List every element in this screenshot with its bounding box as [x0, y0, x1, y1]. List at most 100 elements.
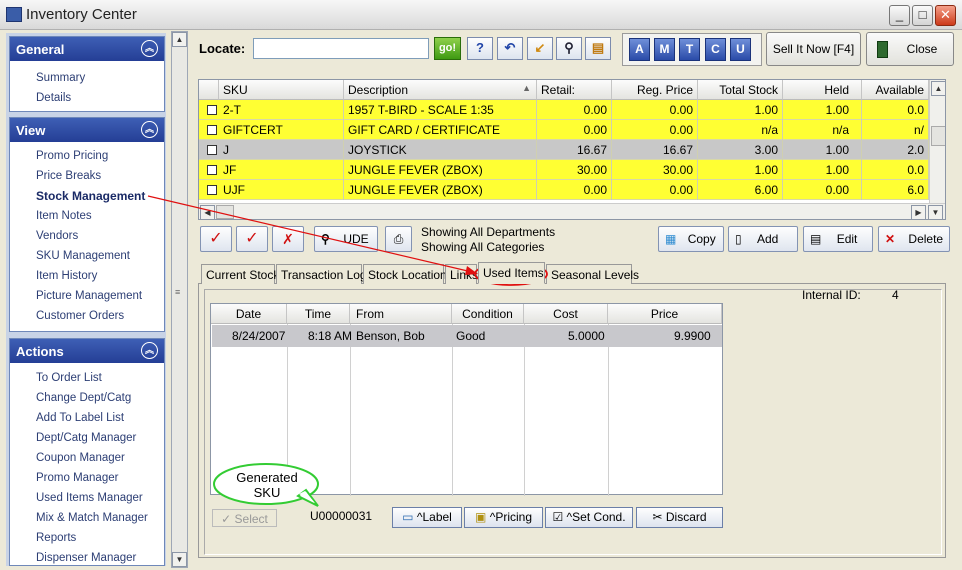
table-row[interactable]: JF JUNGLE FEVER (ZBOX) 30.00 30.00 1.00 1.00 0…: [199, 160, 929, 180]
filter-m-button[interactable]: M: [654, 38, 675, 61]
column-header-time[interactable]: Time: [287, 304, 350, 324]
collapse-icon[interactable]: ︽: [141, 121, 158, 138]
sidebar-item-item-history[interactable]: Item History: [36, 270, 97, 282]
tab-current-stock[interactable]: Current Stock: [201, 264, 279, 284]
row-checkbox[interactable]: [207, 125, 217, 135]
scroll-down-icon[interactable]: ▼: [928, 205, 943, 219]
column-header-sku[interactable]: SKU: [219, 80, 344, 100]
sidebar-item-mix-match-manager[interactable]: Mix & Match Manager: [36, 512, 148, 524]
column-header-from[interactable]: From: [350, 304, 452, 324]
scroll-left-icon[interactable]: ◀: [200, 205, 215, 219]
sidebar-item-add-to-label-list[interactable]: Add To Label List: [36, 412, 124, 424]
sidebar-item-customer-orders[interactable]: Customer Orders: [36, 310, 124, 322]
collapse-icon[interactable]: ︽: [141, 342, 158, 359]
print-icon[interactable]: ⎙: [385, 226, 412, 252]
grid-hscrollbar[interactable]: ◀ ▶ ▼: [199, 203, 945, 219]
find-document-icon[interactable]: ▤: [585, 37, 611, 60]
check-all-icon[interactable]: ✓: [236, 226, 268, 252]
sidebar-item-promo-manager[interactable]: Promo Manager: [36, 472, 118, 484]
tab-transaction-log[interactable]: Transaction Log: [276, 264, 367, 284]
table-row[interactable]: J JOYSTICK 16.67 16.67 3.00 1.00 2.0: [199, 140, 929, 160]
row-checkbox[interactable]: [207, 185, 217, 195]
maximize-button[interactable]: □: [912, 5, 933, 26]
filter-c-button[interactable]: C: [705, 38, 726, 61]
tab-links[interactable]: Links: [445, 264, 478, 284]
label-button[interactable]: ▭ ^Label: [392, 507, 462, 528]
column-header-reg-price[interactable]: Reg. Price: [612, 80, 698, 100]
close-window-button[interactable]: ✕: [935, 5, 956, 26]
discard-button[interactable]: ✂ Discard: [636, 507, 723, 528]
uncheck-icon[interactable]: ✗: [272, 226, 304, 252]
sidebar-item-reports[interactable]: Reports: [36, 532, 76, 544]
row-checkbox[interactable]: [207, 105, 217, 115]
view-header[interactable]: View ︽: [10, 118, 164, 142]
filter-t-button[interactable]: T: [679, 38, 700, 61]
sidebar-item-coupon-manager[interactable]: Coupon Manager: [36, 452, 125, 464]
column-header-date[interactable]: Date: [211, 304, 287, 324]
pricing-button[interactable]: ▣ ^Pricing: [464, 507, 543, 528]
add-button[interactable]: ▯ Add: [728, 226, 798, 252]
scroll-right-icon[interactable]: ▶: [911, 205, 926, 219]
sidebar-scrollbar[interactable]: ▲ ≡ ▼: [171, 31, 188, 568]
sidebar-item-item-notes[interactable]: Item Notes: [36, 210, 92, 222]
scroll-up-icon[interactable]: ▲: [931, 81, 945, 96]
check-icon[interactable]: ✓: [200, 226, 232, 252]
sell-it-now-button[interactable]: Sell It Now [F4]: [766, 32, 861, 66]
grid-vscrollbar[interactable]: ▲: [929, 80, 945, 204]
column-header-condition[interactable]: Condition: [452, 304, 524, 324]
table-row[interactable]: UJF JUNGLE FEVER (ZBOX) 0.00 0.00 6.00 0.00 6.…: [199, 180, 929, 200]
column-header-available[interactable]: Available: [862, 80, 929, 100]
sidebar-item-details[interactable]: Details: [36, 92, 71, 104]
edit-button[interactable]: ▤ Edit: [803, 226, 873, 252]
sidebar-item-dept-catg-manager[interactable]: Dept/Catg Manager: [36, 432, 136, 444]
column-header-price[interactable]: Price: [608, 304, 722, 324]
sidebar-item-picture-management[interactable]: Picture Management: [36, 290, 142, 302]
column-header-held[interactable]: Held: [783, 80, 862, 100]
table-row[interactable]: 8/24/2007 8:18 AM Benson, Bob Good 5.000…: [212, 325, 722, 347]
general-header[interactable]: General ︽: [10, 37, 164, 61]
sidebar-item-vendors[interactable]: Vendors: [36, 230, 78, 242]
sidebar-item-summary[interactable]: Summary: [36, 72, 85, 84]
undo-icon[interactable]: ↶: [497, 37, 523, 60]
filter-u-button[interactable]: U: [730, 38, 751, 61]
column-header-cost[interactable]: Cost: [524, 304, 608, 324]
sidebar-item-used-items-manager[interactable]: Used Items Manager: [36, 492, 143, 504]
sidebar-item-dispenser-manager[interactable]: Dispenser Manager: [36, 552, 136, 564]
locate-input[interactable]: [253, 38, 429, 59]
tab-stock-location[interactable]: Stock Location: [363, 264, 447, 284]
select-button[interactable]: ✓ Select: [212, 509, 277, 527]
collapse-icon[interactable]: ︽: [141, 40, 158, 57]
grip-icon[interactable]: ≡: [175, 287, 180, 297]
go-button[interactable]: go!: [434, 37, 461, 60]
tab-used-items[interactable]: Used Items: [478, 262, 545, 284]
help-icon[interactable]: ?: [467, 37, 493, 60]
actions-header[interactable]: Actions ︽: [10, 339, 164, 363]
column-header-retail[interactable]: Retail:: [537, 80, 612, 100]
table-row[interactable]: 2-T 1957 T-BIRD - SCALE 1:35 0.00 0.00 1.00 1…: [199, 100, 929, 120]
sidebar-item-change-dept-catg[interactable]: Change Dept/Catg: [36, 392, 131, 404]
ude-button[interactable]: ⚲ UDE: [314, 226, 378, 252]
hscroll-thumb[interactable]: [216, 205, 234, 219]
scroll-up-icon[interactable]: ▲: [172, 32, 187, 47]
sidebar-item-to-order-list[interactable]: To Order List: [36, 372, 102, 384]
binoculars-icon[interactable]: ⚲: [556, 37, 582, 60]
scroll-thumb[interactable]: [931, 126, 945, 146]
sidebar-item-stock-management[interactable]: Stock Management: [36, 189, 145, 203]
delete-button[interactable]: ✕ Delete: [878, 226, 950, 252]
filter-a-button[interactable]: A: [629, 38, 650, 61]
close-button[interactable]: Close: [866, 32, 954, 66]
sidebar-item-sku-management[interactable]: SKU Management: [36, 250, 130, 262]
column-header-description[interactable]: Description ▲: [344, 80, 537, 100]
column-header-total-stock[interactable]: Total Stock: [698, 80, 783, 100]
row-checkbox[interactable]: [207, 165, 217, 175]
sidebar-item-promo-pricing[interactable]: Promo Pricing: [36, 150, 108, 162]
tab-seasonal-levels[interactable]: Seasonal Levels: [546, 264, 639, 284]
minimize-button[interactable]: _: [889, 5, 910, 26]
jump-icon[interactable]: ↙: [527, 37, 553, 60]
sidebar-item-price-breaks[interactable]: Price Breaks: [36, 170, 101, 182]
set-cond-button[interactable]: ☑ ^Set Cond.: [545, 507, 633, 528]
table-row[interactable]: GIFTCERT GIFT CARD / CERTIFICATE 0.00 0.00 n…: [199, 120, 929, 140]
scroll-down-icon[interactable]: ▼: [172, 552, 187, 567]
copy-button[interactable]: ▦ Copy: [658, 226, 724, 252]
row-checkbox[interactable]: [207, 145, 217, 155]
